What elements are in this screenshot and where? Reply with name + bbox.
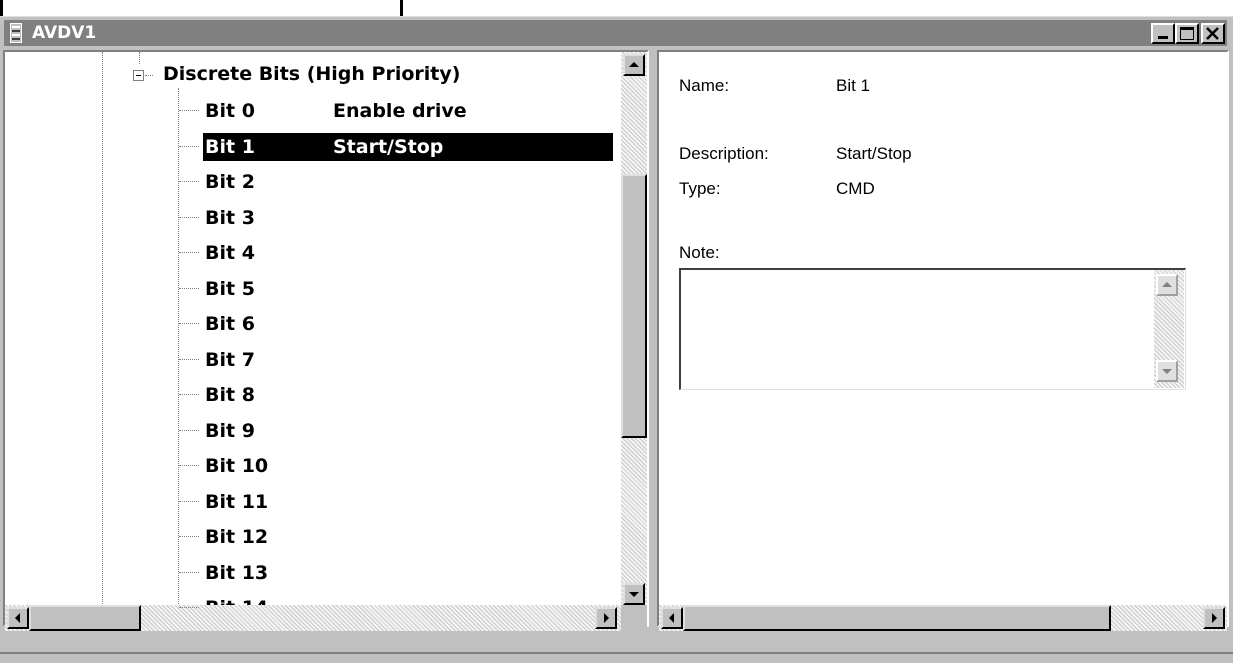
tree-line [179, 110, 199, 111]
tree-line [179, 607, 199, 608]
close-button[interactable] [1201, 23, 1225, 44]
window-bottom-frame [0, 656, 1233, 663]
scroll-right-button[interactable] [1203, 607, 1225, 629]
arrow-left-icon [15, 613, 20, 623]
tree-item-name: Bit 4 [205, 242, 255, 264]
name-value: Bit 1 [836, 76, 871, 95]
clip-edge [5, 605, 621, 607]
arrow-left-icon [669, 613, 674, 623]
vertical-scrollbar-thumb[interactable] [621, 174, 647, 438]
minimize-icon [1158, 36, 1168, 39]
scroll-right-button[interactable] [595, 607, 617, 629]
horizontal-scrollbar-thumb[interactable] [683, 605, 1111, 631]
tree-item-name: Bit 7 [205, 348, 255, 371]
arrow-right-icon [1212, 613, 1217, 623]
tree-group-label[interactable]: Discrete Bits (High Priority) [163, 62, 460, 86]
tree-line [179, 358, 199, 360]
name-label: Name: [679, 76, 730, 95]
tree-line [179, 252, 199, 253]
tree-line [178, 88, 179, 612]
tree-line [179, 465, 199, 466]
tree-line [139, 52, 140, 64]
title-bar[interactable]: AVDV1 [4, 20, 1227, 46]
tree-item-name: Bit 8 [205, 384, 255, 406]
arrow-up-icon [629, 62, 639, 67]
description-label: Description: [679, 144, 769, 163]
tree-line [179, 287, 199, 289]
arrow-down-icon [629, 592, 639, 597]
top-background-strip [0, 0, 1233, 16]
tree-line [179, 181, 199, 182]
divider [400, 0, 403, 16]
tree-item-name: Bit 12 [205, 526, 269, 548]
tree-item[interactable]: Bit 1 Start/Stop [203, 132, 613, 161]
tree-line [179, 571, 199, 573]
arrow-up-icon [1162, 282, 1172, 287]
scroll-up-button[interactable] [623, 54, 645, 76]
note-label: Note: [679, 243, 720, 262]
arrow-right-icon [604, 613, 609, 623]
tree-item-name: Bit 11 [205, 490, 269, 513]
tree-item-name: Bit 10 [205, 455, 269, 477]
window-bottom-edge [0, 652, 1233, 654]
tree-item-name: Bit 5 [205, 277, 255, 300]
maximize-icon [1180, 27, 1194, 40]
maximize-button[interactable] [1175, 23, 1199, 44]
scrollbar-corner [621, 605, 647, 629]
type-value: CMD [836, 179, 875, 198]
tree-line [145, 75, 153, 76]
tree-line [179, 216, 199, 218]
tree-line [179, 500, 199, 502]
window-title: AVDV1 [32, 23, 97, 43]
tree-line [179, 145, 199, 147]
minimize-button[interactable] [1151, 23, 1175, 44]
description-value: Start/Stop [836, 144, 912, 163]
note-textarea[interactable] [679, 268, 1186, 390]
minus-box-icon[interactable] [133, 70, 144, 81]
tree-line [179, 536, 199, 537]
tree-item-description: Enable drive [333, 100, 467, 122]
scroll-down-button[interactable] [623, 583, 645, 605]
horizontal-scrollbar-thumb[interactable] [29, 605, 141, 631]
tree-item-name: Bit 13 [205, 561, 269, 584]
tree-item-name: Bit 9 [205, 419, 255, 442]
type-label: Type: [679, 179, 721, 198]
tree-item-name: Bit 6 [205, 313, 255, 335]
tree-item-name: Bit 3 [205, 206, 255, 229]
tree-pane[interactable]: Discrete Bits (High Priority) Bit 0 Enabl… [3, 50, 649, 631]
tree-item-name: Bit 0 [205, 100, 255, 122]
tree-line [179, 394, 199, 395]
tree-item-name: Bit 1 [205, 135, 255, 158]
scroll-left-button[interactable] [7, 607, 29, 629]
arrow-down-icon [1162, 369, 1172, 374]
note-scroll-down-button[interactable] [1156, 360, 1178, 382]
tree-line [102, 52, 103, 612]
note-scroll-up-button[interactable] [1156, 274, 1178, 296]
tree-item-description: Start/Stop [333, 135, 444, 158]
tree-line [179, 323, 199, 324]
divider [0, 0, 3, 16]
scroll-left-button[interactable] [661, 607, 683, 629]
tree-item-name: Bit 2 [205, 171, 255, 193]
tree-line [179, 429, 199, 431]
app-document-icon [10, 23, 22, 43]
close-icon [1206, 27, 1219, 40]
